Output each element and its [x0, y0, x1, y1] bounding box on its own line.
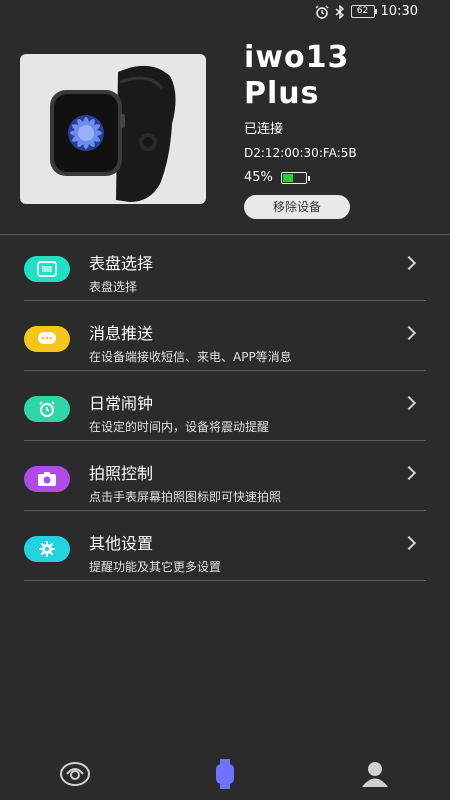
divider [24, 580, 426, 581]
device-mac-address: D2:12:00:30:FA:5B [244, 146, 357, 160]
device-battery: 45% [244, 170, 310, 185]
status-time: 10:30 [380, 4, 418, 19]
menu-item-title: 日常闹钟 [89, 394, 154, 413]
divider [24, 440, 426, 441]
message-icon [24, 326, 70, 352]
divider [24, 370, 426, 371]
nav-device[interactable] [205, 754, 245, 794]
menu-item[interactable]: 日常闹钟在设定的时间内，设备将震动提醒 [24, 374, 426, 444]
chevron-right-icon [401, 395, 417, 411]
camera-icon [24, 466, 70, 492]
nav-activity[interactable] [55, 754, 95, 794]
chevron-right-icon [401, 255, 417, 271]
menu-item-subtitle: 在设定的时间内，设备将震动提醒 [89, 420, 270, 434]
menu-item[interactable]: 拍照控制点击手表屏幕拍照图标即可快速拍照 [24, 444, 426, 514]
menu-item[interactable]: 消息推送在设备端接收短信、来电、APP等消息 [24, 304, 426, 374]
device-name-line1: iwo13 [244, 40, 350, 75]
menu-item-subtitle: 提醒功能及其它更多设置 [89, 560, 222, 574]
menu-item-title: 拍照控制 [89, 464, 154, 483]
device-image [20, 54, 206, 204]
smartwatch-icon [50, 65, 176, 202]
bottom-nav [0, 750, 450, 800]
device-name-line2: Plus [244, 76, 320, 111]
bluetooth-status-icon [335, 4, 344, 19]
activity-icon [60, 762, 90, 786]
menu-item[interactable]: 其他设置提醒功能及其它更多设置 [24, 514, 426, 584]
divider [24, 300, 426, 301]
menu-item-subtitle: 点击手表屏幕拍照图标即可快速拍照 [89, 490, 282, 504]
nav-profile[interactable] [355, 754, 395, 794]
alarm-icon [24, 396, 70, 422]
battery-status-badge: 62 [350, 5, 377, 18]
menu-item-title: 其他设置 [89, 534, 154, 553]
chevron-right-icon [401, 325, 417, 341]
watch-icon [216, 759, 234, 789]
profile-icon [362, 762, 388, 787]
menu-item-title: 表盘选择 [89, 254, 154, 273]
menu-item[interactable]: 表盘选择 表盘选择 [24, 234, 426, 304]
status-icons: 62 10:30 [315, 4, 418, 19]
divider [24, 510, 426, 511]
chevron-right-icon [401, 535, 417, 551]
battery-percent: 45% [244, 170, 273, 185]
battery-icon [280, 171, 310, 184]
gear-icon [24, 536, 70, 562]
watch-face-icon [24, 256, 70, 282]
status-bar: 62 10:30 [0, 0, 450, 24]
device-name: iwo13 Plus [244, 40, 349, 112]
menu-item-subtitle: 在设备端接收短信、来电、APP等消息 [89, 350, 292, 364]
chevron-right-icon [401, 465, 417, 481]
alarm-status-icon [315, 5, 328, 19]
menu-item-subtitle: 表盘选择 [89, 280, 138, 294]
connection-status: 已连接 [244, 122, 284, 137]
remove-device-button[interactable]: 移除设备 [244, 195, 350, 219]
menu-item-title: 消息推送 [89, 324, 154, 343]
